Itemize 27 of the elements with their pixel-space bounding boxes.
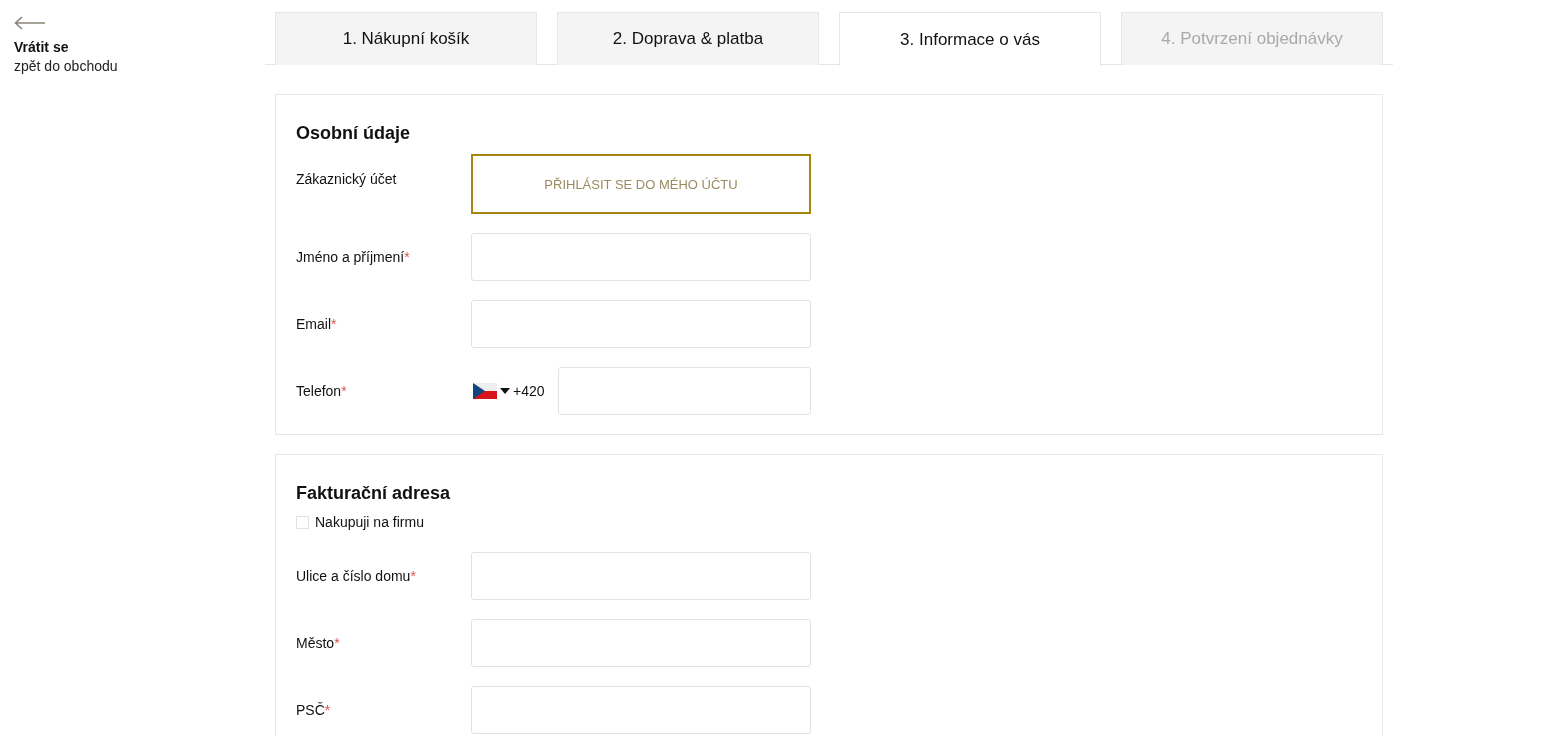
input-field[interactable] — [471, 686, 811, 734]
checkbox-label: Nakupuji na firmu — [315, 514, 424, 530]
field-label: Ulice a číslo domu* — [296, 568, 417, 584]
field-label: Telefon* — [296, 383, 348, 399]
phone-input-field[interactable] — [558, 367, 811, 415]
field-label: Město* — [296, 635, 341, 651]
caret-icon — [500, 388, 510, 394]
field-label: Email* — [296, 316, 338, 332]
input-field[interactable] — [471, 300, 811, 348]
input-field[interactable] — [471, 619, 811, 667]
step-tab[interactable]: 2. Doprava & platba — [557, 12, 819, 65]
field-label: Jméno a příjmení* — [296, 249, 411, 265]
input-field[interactable] — [471, 552, 811, 600]
country-code-select[interactable]: +420 — [471, 383, 558, 399]
field-label: Zákaznický účet — [296, 170, 398, 187]
step-tab[interactable]: 1. Nákupní košík — [275, 12, 537, 65]
back-arrow-icon — [14, 16, 46, 30]
step-tab[interactable]: 3. Informace o vás — [839, 12, 1101, 66]
back-link-subtitle: zpět do obchodu — [14, 57, 118, 76]
field-label: PSČ* — [296, 702, 332, 718]
input-field[interactable] — [471, 233, 811, 281]
section-title: Osobní údaje — [296, 122, 411, 145]
checkbox[interactable] — [296, 515, 309, 529]
back-link-title: Vrátit se — [14, 38, 69, 57]
section-title: Fakturační adresa — [296, 482, 452, 505]
back-link[interactable]: Vrátit se zpět do obchodu — [14, 16, 265, 76]
flag-icon — [473, 383, 497, 399]
